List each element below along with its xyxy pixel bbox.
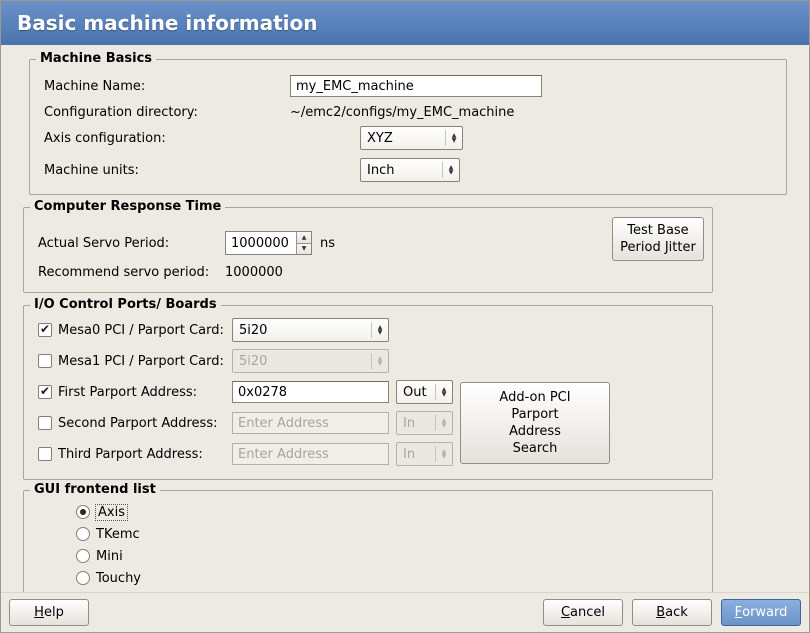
combo-arrows-icon: ▲▼ [436,387,452,397]
mesa0-checkbox[interactable] [38,323,52,337]
back-button[interactable]: Back [632,599,712,626]
third-parport-checkbox[interactable] [38,447,52,461]
test-base-period-jitter-button[interactable]: Test Base Period Jitter [612,217,704,261]
servo-period-label: Actual Servo Period: [38,236,225,251]
second-parport-direction-select: In ▲▼ [396,411,453,435]
config-dir-row: Configuration directory: ~/emc2/configs/… [30,100,786,124]
recommend-period-row: Recommend servo period: 1000000 [24,260,712,284]
servo-period-value: 1000000 [226,232,296,254]
first-parport-address-input[interactable] [232,381,389,403]
servo-period-spinner[interactable]: 1000000 ▲ ▼ [225,231,312,255]
io-ports-section: I/O Control Ports/ Boards Mesa0 PCI / Pa… [23,305,713,480]
second-parport-address-input [232,412,389,434]
gui-frontend-legend: GUI frontend list [30,482,160,497]
machine-units-select[interactable]: Inch ▲▼ [360,158,460,182]
machine-units-label: Machine units: [44,163,290,178]
gui-option-touchy[interactable]: Touchy [24,567,712,589]
first-parport-checkbox[interactable] [38,385,52,399]
tkemc-radio-label: TKemc [96,527,140,542]
recommend-period-label: Recommend servo period: [38,265,225,280]
mesa1-checkbox[interactable] [38,354,52,368]
config-dir-label: Configuration directory: [44,105,290,120]
second-parport-checkbox[interactable] [38,416,52,430]
second-parport-label: Second Parport Address: [58,416,232,431]
touchy-radio[interactable] [76,571,90,585]
machine-name-input[interactable] [290,75,542,97]
axis-radio[interactable] [76,505,90,519]
servo-period-row: Actual Servo Period: 1000000 ▲ ▼ ns [24,230,712,256]
mesa0-label: Mesa0 PCI / Parport Card: [58,323,232,338]
axis-config-row: Axis configuration: XYZ ▲▼ [30,124,786,152]
servo-period-unit: ns [320,236,335,251]
gui-frontend-section: GUI frontend list Axis TKemc Mini Touchy [23,490,713,598]
gui-option-axis[interactable]: Axis [24,501,712,523]
recommend-period-value: 1000000 [225,265,283,280]
axis-config-value: XYZ [361,131,445,146]
addon-pci-search-button[interactable]: Add-on PCI Parport Address Search [460,382,610,464]
tkemc-radio[interactable] [76,527,90,541]
response-time-legend: Computer Response Time [30,199,225,214]
combo-arrows-icon: ▲▼ [372,325,388,335]
combo-arrows-icon: ▲▼ [436,418,452,428]
combo-arrows-icon: ▲▼ [436,449,452,459]
touchy-radio-label: Touchy [96,571,141,586]
spin-down-icon[interactable]: ▼ [297,244,311,255]
forward-button[interactable]: Forward [721,599,801,626]
axis-config-label: Axis configuration: [44,131,290,146]
response-time-section: Computer Response Time Actual Servo Peri… [23,207,713,293]
gui-option-tkemc[interactable]: TKemc [24,523,712,545]
mesa0-card-select[interactable]: 5i20 ▲▼ [232,318,389,342]
combo-arrows-icon: ▲▼ [443,165,459,175]
third-parport-label: Third Parport Address: [58,447,232,462]
io-ports-legend: I/O Control Ports/ Boards [30,297,221,312]
mesa1-card-select: 5i20 ▲▼ [232,349,389,373]
mesa0-row: Mesa0 PCI / Parport Card: 5i20 ▲▼ [24,318,712,342]
first-parport-direction-select[interactable]: Out ▲▼ [396,380,453,404]
combo-arrows-icon: ▲▼ [446,133,462,143]
content-area: Machine Basics Machine Name: Configurati… [1,45,809,598]
machine-units-row: Machine units: Inch ▲▼ [30,156,786,184]
machine-name-row: Machine Name: [30,72,786,100]
spin-up-icon[interactable]: ▲ [297,232,311,244]
config-dir-value: ~/emc2/configs/my_EMC_machine [290,105,514,120]
axis-config-select[interactable]: XYZ ▲▼ [360,126,463,150]
page-title: Basic machine information [17,11,318,35]
combo-arrows-icon: ▲▼ [372,356,388,366]
machine-basics-legend: Machine Basics [36,51,156,66]
header-bar: Basic machine information [1,1,809,45]
third-parport-direction-select: In ▲▼ [396,442,453,466]
machine-units-value: Inch [361,163,442,178]
help-button[interactable]: Help [9,599,89,626]
machine-name-label: Machine Name: [44,79,290,94]
machine-basics-section: Machine Basics Machine Name: Configurati… [29,59,787,195]
wizard-window: { "window": { "title": "Basic machine in… [0,0,810,633]
cancel-button[interactable]: Cancel [543,599,623,626]
mini-radio[interactable] [76,549,90,563]
mesa1-label: Mesa1 PCI / Parport Card: [58,354,232,369]
third-parport-address-input [232,443,389,465]
action-bar: Help Cancel Back Forward [1,592,809,632]
mini-radio-label: Mini [96,549,123,564]
first-parport-label: First Parport Address: [58,385,232,400]
axis-radio-label: Axis [96,505,127,520]
mesa1-row: Mesa1 PCI / Parport Card: 5i20 ▲▼ [24,349,712,373]
gui-option-mini[interactable]: Mini [24,545,712,567]
